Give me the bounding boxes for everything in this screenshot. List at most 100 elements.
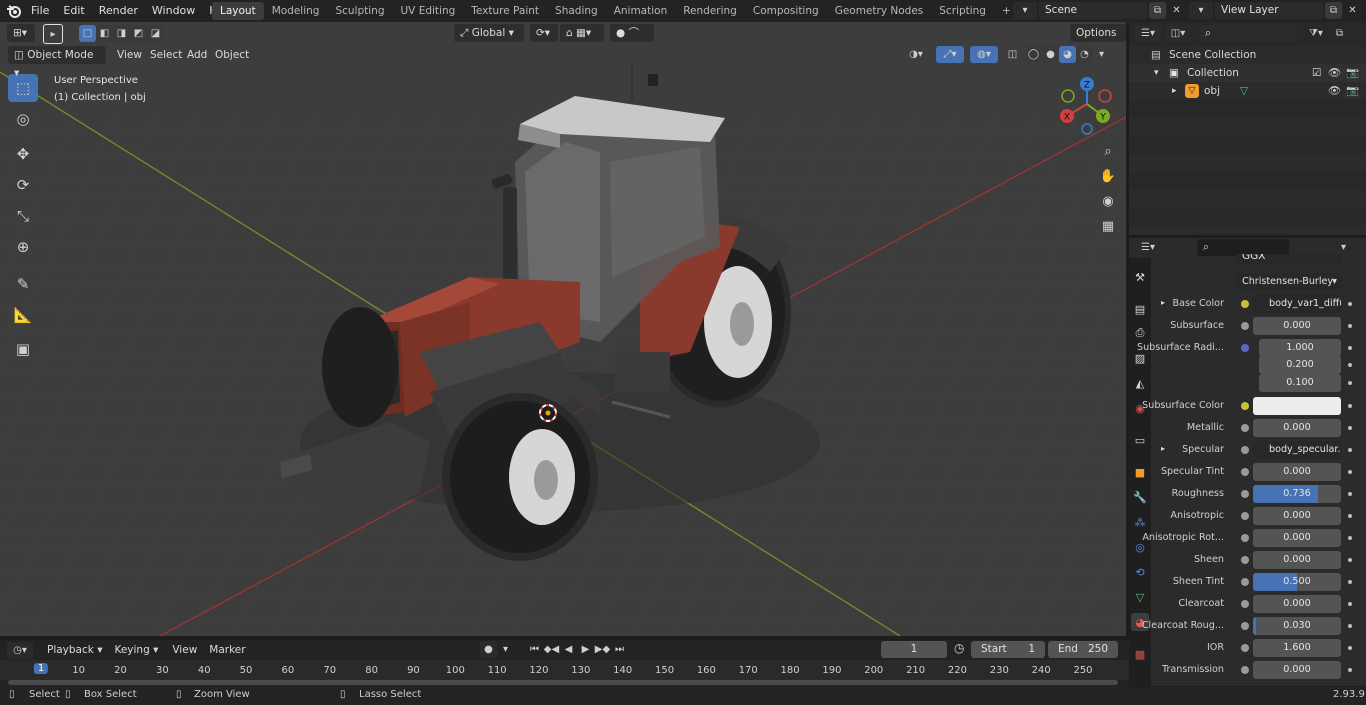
tab-shading[interactable]: Shading [547,2,606,20]
annotate-tool-icon[interactable]: ✎ [8,270,38,298]
expand-chevron-icon[interactable]: ▸ [1172,82,1177,100]
socket-dot-icon[interactable] [1241,300,1249,308]
select-new-icon[interactable]: □ [79,25,96,42]
new-view-layer-icon[interactable]: ⧉ [1325,2,1342,19]
socket-dot-icon[interactable] [1241,512,1249,520]
texture-tab-icon[interactable]: ▩ [1131,645,1149,663]
timeline-editor-type-icon[interactable]: ◷▾ [7,641,33,659]
number-slider[interactable]: 0.000 [1253,551,1341,569]
menu-view[interactable]: View [111,46,148,64]
constraints-tab-icon[interactable]: ⟲ [1131,563,1149,581]
socket-dot-icon[interactable] [1241,344,1249,352]
object-render-camera-icon[interactable]: 📷 [1346,82,1359,100]
expand-socket-icon[interactable]: ▸ [1161,444,1165,453]
object-data-tab-icon[interactable]: ▽ [1131,588,1149,606]
keying-menu[interactable]: Keying ▾ [108,641,164,659]
tab-geometry-nodes[interactable]: Geometry Nodes [827,2,932,20]
navigation-gizmo[interactable]: Z X Y [1055,72,1119,136]
scene-browse-icon[interactable]: ▾ [1013,2,1037,19]
filter-icon[interactable]: ⧩▾ [1303,25,1329,42]
vector-component-field[interactable]: 0.200 [1259,356,1341,374]
socket-dot-icon[interactable] [1241,424,1249,432]
outliner-row-scene-collection[interactable]: ▤ Scene Collection [1129,46,1366,64]
number-slider[interactable]: 0.000 [1253,529,1341,547]
select-box-tool-icon[interactable]: ⬚ [8,74,38,102]
keyframe-dot-icon[interactable] [1348,558,1352,562]
socket-dot-icon[interactable] [1241,468,1249,476]
tab-modeling[interactable]: Modeling [264,2,328,20]
socket-dot-icon[interactable] [1241,578,1249,586]
keyframe-dot-icon[interactable] [1348,363,1352,367]
play-reverse-icon[interactable]: ◀ [560,641,577,658]
socket-dot-icon[interactable] [1241,402,1249,410]
socket-dot-icon[interactable] [1241,446,1249,454]
timeline-marker-menu[interactable]: Marker [203,641,251,659]
overlay-toggle-icon[interactable]: ◍▾ [970,46,998,63]
orientation-dropdown[interactable]: ⤢ Global ▾ [454,24,524,42]
modifier-tab-icon[interactable]: 🔧 [1131,488,1149,506]
menu-file[interactable]: File [24,0,56,22]
tab-uv-editing[interactable]: UV Editing [393,2,464,20]
move-tool-icon[interactable]: ✥ [8,140,38,168]
menu-object[interactable]: Object [209,46,255,64]
measure-tool-icon[interactable]: 📐 [8,301,38,329]
shading-options-icon[interactable]: ▾ [1093,46,1110,63]
keyframe-dot-icon[interactable] [1348,448,1352,452]
menu-edit[interactable]: Edit [56,0,91,22]
add-cube-tool-icon[interactable]: ▣ [8,335,38,363]
select-intersect-icon[interactable]: ◪ [147,25,164,42]
number-slider[interactable]: 0.000 [1253,507,1341,525]
color-swatch[interactable] [1253,397,1341,415]
outliner-row-object[interactable]: ▸ ▽ obj ▽ 👁 📷 [1129,82,1366,100]
render-tab-icon[interactable]: ▤ [1131,300,1149,318]
material-shading-icon[interactable]: ◕ [1059,46,1076,63]
tab-scripting[interactable]: Scripting [931,2,994,20]
visibility-icon[interactable]: ◑▾ [902,46,930,63]
number-slider[interactable]: 0.000 [1253,595,1341,613]
xray-toggle-icon[interactable]: ◫ [1004,46,1021,63]
keyframe-dot-icon[interactable] [1348,346,1352,350]
solid-shading-icon[interactable]: ● [1042,46,1059,63]
play-icon[interactable]: ▶ [577,641,594,658]
tab-texture-paint[interactable]: Texture Paint [463,2,547,20]
new-scene-icon[interactable]: ⧉ [1149,2,1166,19]
number-slider[interactable]: 0.500 [1253,573,1341,591]
number-slider[interactable]: 0.030 [1253,617,1341,635]
properties-editor-type-icon[interactable]: ☰▾ [1135,239,1161,256]
keying-options-icon[interactable]: ▾ [497,641,514,658]
collapse-chevron-icon[interactable]: ▾ [1154,64,1159,82]
view-layer-browse-icon[interactable]: ▾ [1189,2,1213,19]
preview-range-icon[interactable]: ◷ [954,641,964,655]
object-tab-icon[interactable]: ■ [1131,463,1149,481]
vector-component-field[interactable]: 0.100 [1259,374,1341,392]
snap-toggle-icon[interactable]: ⌂ ▦▾ [560,24,604,42]
render-camera-icon[interactable]: 📷 [1346,64,1359,82]
collection-tab-icon[interactable]: ▭ [1131,431,1149,449]
tab-rendering[interactable]: Rendering [675,2,745,20]
keyframe-dot-icon[interactable] [1348,324,1352,328]
ortho-toggle-icon[interactable]: ▦ [1097,215,1119,237]
timeline-view-menu[interactable]: View [166,641,203,659]
number-slider[interactable]: 1.600 [1253,639,1341,657]
transform-tool-icon[interactable]: ⊕ [8,233,38,261]
tab-sculpting[interactable]: Sculpting [327,2,392,20]
delete-view-layer-icon[interactable]: ✕ [1344,2,1361,19]
select-subtract-icon[interactable]: ◨ [113,25,130,42]
tab-animation[interactable]: Animation [606,2,676,20]
delete-scene-icon[interactable]: ✕ [1168,2,1185,19]
jump-end-icon[interactable]: ⏭ [611,641,628,658]
linked-texture-field[interactable]: body_var1_diffuse.p... [1253,295,1341,313]
select-tool-header-icon[interactable]: ▸ [43,24,63,44]
view-layer-field[interactable]: View Layer [1215,2,1323,19]
display-mode-icon[interactable]: ◫▾ [1165,25,1191,42]
socket-dot-icon[interactable] [1241,622,1249,630]
expand-socket-icon[interactable]: ▸ [1161,298,1165,307]
socket-dot-icon[interactable] [1241,490,1249,498]
linked-texture-field[interactable]: body_specular.png [1253,441,1341,459]
menu-window[interactable]: Window [145,0,202,22]
keyframe-dot-icon[interactable] [1348,470,1352,474]
socket-dot-icon[interactable] [1241,534,1249,542]
menu-render[interactable]: Render [92,0,145,22]
timeline-scrollbar[interactable] [8,680,1118,685]
keyframe-dot-icon[interactable] [1348,302,1352,306]
